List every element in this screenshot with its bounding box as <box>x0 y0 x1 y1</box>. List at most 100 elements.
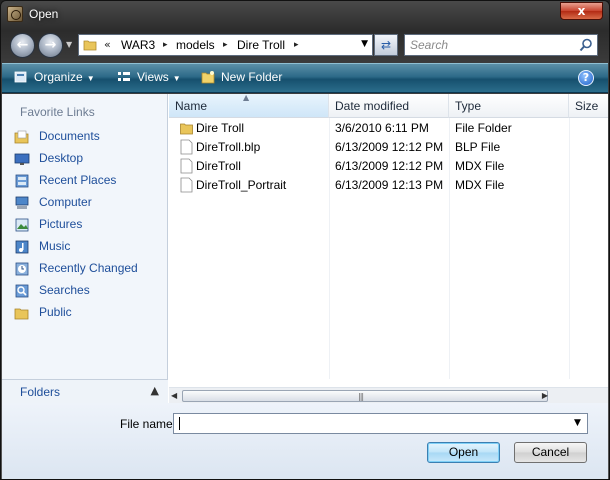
nav-item-label: Documents <box>39 129 100 143</box>
cancel-button[interactable]: Cancel <box>514 442 587 463</box>
folder-icon <box>180 123 193 135</box>
folders-label: Folders <box>20 385 61 399</box>
title-bar: Open x <box>1 1 609 29</box>
chevron-down-icon: ▼ <box>172 74 181 83</box>
breadcrumb-dire-troll[interactable]: Dire Troll <box>237 38 285 52</box>
breadcrumb-war3[interactable]: WAR3 <box>121 38 155 52</box>
open-dialog: Open x ← → ▼ « WAR3 ▸ models ▸ Dire Trol… <box>0 0 610 480</box>
views-icon <box>118 72 130 81</box>
window-title: Open <box>29 7 59 21</box>
address-dropdown-icon[interactable]: ▼ <box>361 39 368 49</box>
nav-item-desktop[interactable]: Desktop <box>12 149 162 169</box>
recent-places-icon <box>15 174 29 188</box>
column-header-label: Size <box>575 99 599 113</box>
horizontal-scrollbar[interactable]: ◀ ||| ▶ <box>169 387 608 403</box>
recent-pages-dropdown[interactable]: ▼ <box>66 40 72 49</box>
file-name: DireTroll.blp <box>196 140 261 154</box>
nav-item-computer[interactable]: Computer <box>12 193 162 213</box>
nav-item-music[interactable]: Music <box>12 237 162 257</box>
recently-changed-icon <box>15 262 29 276</box>
file-type: MDX File <box>455 178 505 192</box>
overflow-chevron[interactable]: « <box>104 38 111 51</box>
nav-item-public[interactable]: Public <box>12 303 162 323</box>
file-date: 6/13/2009 12:12 PM <box>335 159 444 173</box>
organize-button[interactable]: Organize ▼ <box>14 70 95 84</box>
nav-item-label: Pictures <box>39 217 83 231</box>
folders-toggle[interactable]: Folders ▲ <box>2 379 168 403</box>
breadcrumb-separator[interactable]: ▸ <box>163 40 168 50</box>
music-icon <box>15 240 29 254</box>
searches-icon <box>15 284 29 298</box>
breadcrumb-separator[interactable]: ▸ <box>223 40 228 50</box>
command-bar: Organize ▼ Views ▼ New Folder ? <box>2 63 608 93</box>
file-date: 6/13/2009 12:13 PM <box>335 178 444 192</box>
sort-ascending-icon: ▲ <box>243 93 250 102</box>
file-row-diretroll[interactable]: DireTroll 6/13/2009 12:12 PM MDX File <box>169 157 608 176</box>
nav-item-searches[interactable]: Searches <box>12 281 162 301</box>
nav-item-documents[interactable]: Documents <box>12 127 162 147</box>
search-box[interactable]: Search <box>404 34 598 56</box>
folder-icon <box>83 40 97 51</box>
close-button[interactable]: x <box>560 2 603 20</box>
grip-icon: ||| <box>358 392 364 401</box>
scroll-right-icon[interactable]: ▶ <box>542 391 548 400</box>
nav-item-label: Desktop <box>39 151 84 165</box>
public-folder-icon <box>14 308 29 320</box>
new-folder-button[interactable]: New Folder <box>201 70 282 84</box>
refresh-icon: ⇄ <box>380 38 392 52</box>
nav-item-label: Public <box>39 305 72 319</box>
arrow-right-icon: → <box>44 37 57 53</box>
favorite-links-heading: Favorite Links <box>20 105 95 119</box>
new-folder-icon <box>201 71 215 84</box>
file-date: 6/13/2009 12:12 PM <box>335 140 444 154</box>
file-date: 3/6/2010 6:11 PM <box>335 121 429 135</box>
file-type: MDX File <box>455 159 505 173</box>
organize-label: Organize <box>34 70 83 84</box>
nav-item-pictures[interactable]: Pictures <box>12 215 162 235</box>
file-name-input[interactable] <box>173 413 588 434</box>
file-row-diretroll-blp[interactable]: DireTroll.blp 6/13/2009 12:12 PM BLP Fil… <box>169 138 608 157</box>
breadcrumb-separator[interactable]: ▸ <box>294 40 299 50</box>
navigation-pane: Favorite Links Documents Desktop Recent … <box>2 94 168 403</box>
address-bar[interactable]: « WAR3 ▸ models ▸ Dire Troll ▸ ▼ <box>78 34 373 56</box>
column-header-type[interactable]: Type <box>449 94 569 118</box>
documents-icon <box>14 130 29 144</box>
file-name: DireTroll_Portrait <box>196 178 287 192</box>
new-folder-label: New Folder <box>221 70 283 84</box>
column-header-size[interactable]: Size <box>569 94 608 118</box>
app-icon <box>7 6 23 22</box>
forward-button[interactable]: → <box>38 33 63 58</box>
column-header-name[interactable]: Name ▲ <box>169 93 329 118</box>
chevron-up-icon: ▲ <box>150 384 159 397</box>
pictures-icon <box>15 218 29 232</box>
file-type: File Folder <box>455 121 512 135</box>
organize-icon <box>14 71 27 83</box>
column-header-label: Date modified <box>335 99 410 113</box>
arrow-left-icon: ← <box>16 37 29 53</box>
search-icon[interactable] <box>579 38 593 52</box>
text-caret <box>179 417 180 430</box>
scrollbar-thumb[interactable]: ||| <box>182 390 548 402</box>
column-header-date[interactable]: Date modified <box>329 94 449 118</box>
back-button[interactable]: ← <box>10 33 35 58</box>
help-button[interactable]: ? <box>578 70 594 86</box>
file-name: DireTroll <box>196 159 241 173</box>
open-button[interactable]: Open <box>427 442 500 463</box>
file-row-diretroll-portrait[interactable]: DireTroll_Portrait 6/13/2009 12:13 PM MD… <box>169 176 608 195</box>
nav-item-label: Recently Changed <box>39 261 138 275</box>
breadcrumb-models[interactable]: models <box>176 38 215 52</box>
file-row-dire-troll-folder[interactable]: Dire Troll 3/6/2010 6:11 PM File Folder <box>169 119 608 138</box>
file-type: BLP File <box>455 140 501 154</box>
nav-item-label: Music <box>39 239 71 253</box>
scroll-left-icon[interactable]: ◀ <box>171 391 177 400</box>
views-button[interactable]: Views ▼ <box>117 70 181 84</box>
desktop-icon <box>14 153 30 165</box>
nav-item-recent-places[interactable]: Recent Places <box>12 171 162 191</box>
chevron-down-icon: ▼ <box>86 74 95 83</box>
search-input[interactable]: Search <box>410 38 448 52</box>
refresh-button[interactable]: ⇄ <box>374 34 398 56</box>
nav-item-label: Recent Places <box>39 173 117 187</box>
content-area: Favorite Links Documents Desktop Recent … <box>2 93 608 403</box>
nav-item-recently-changed[interactable]: Recently Changed <box>12 259 162 279</box>
file-name-dropdown-icon[interactable]: ▼ <box>574 418 581 428</box>
